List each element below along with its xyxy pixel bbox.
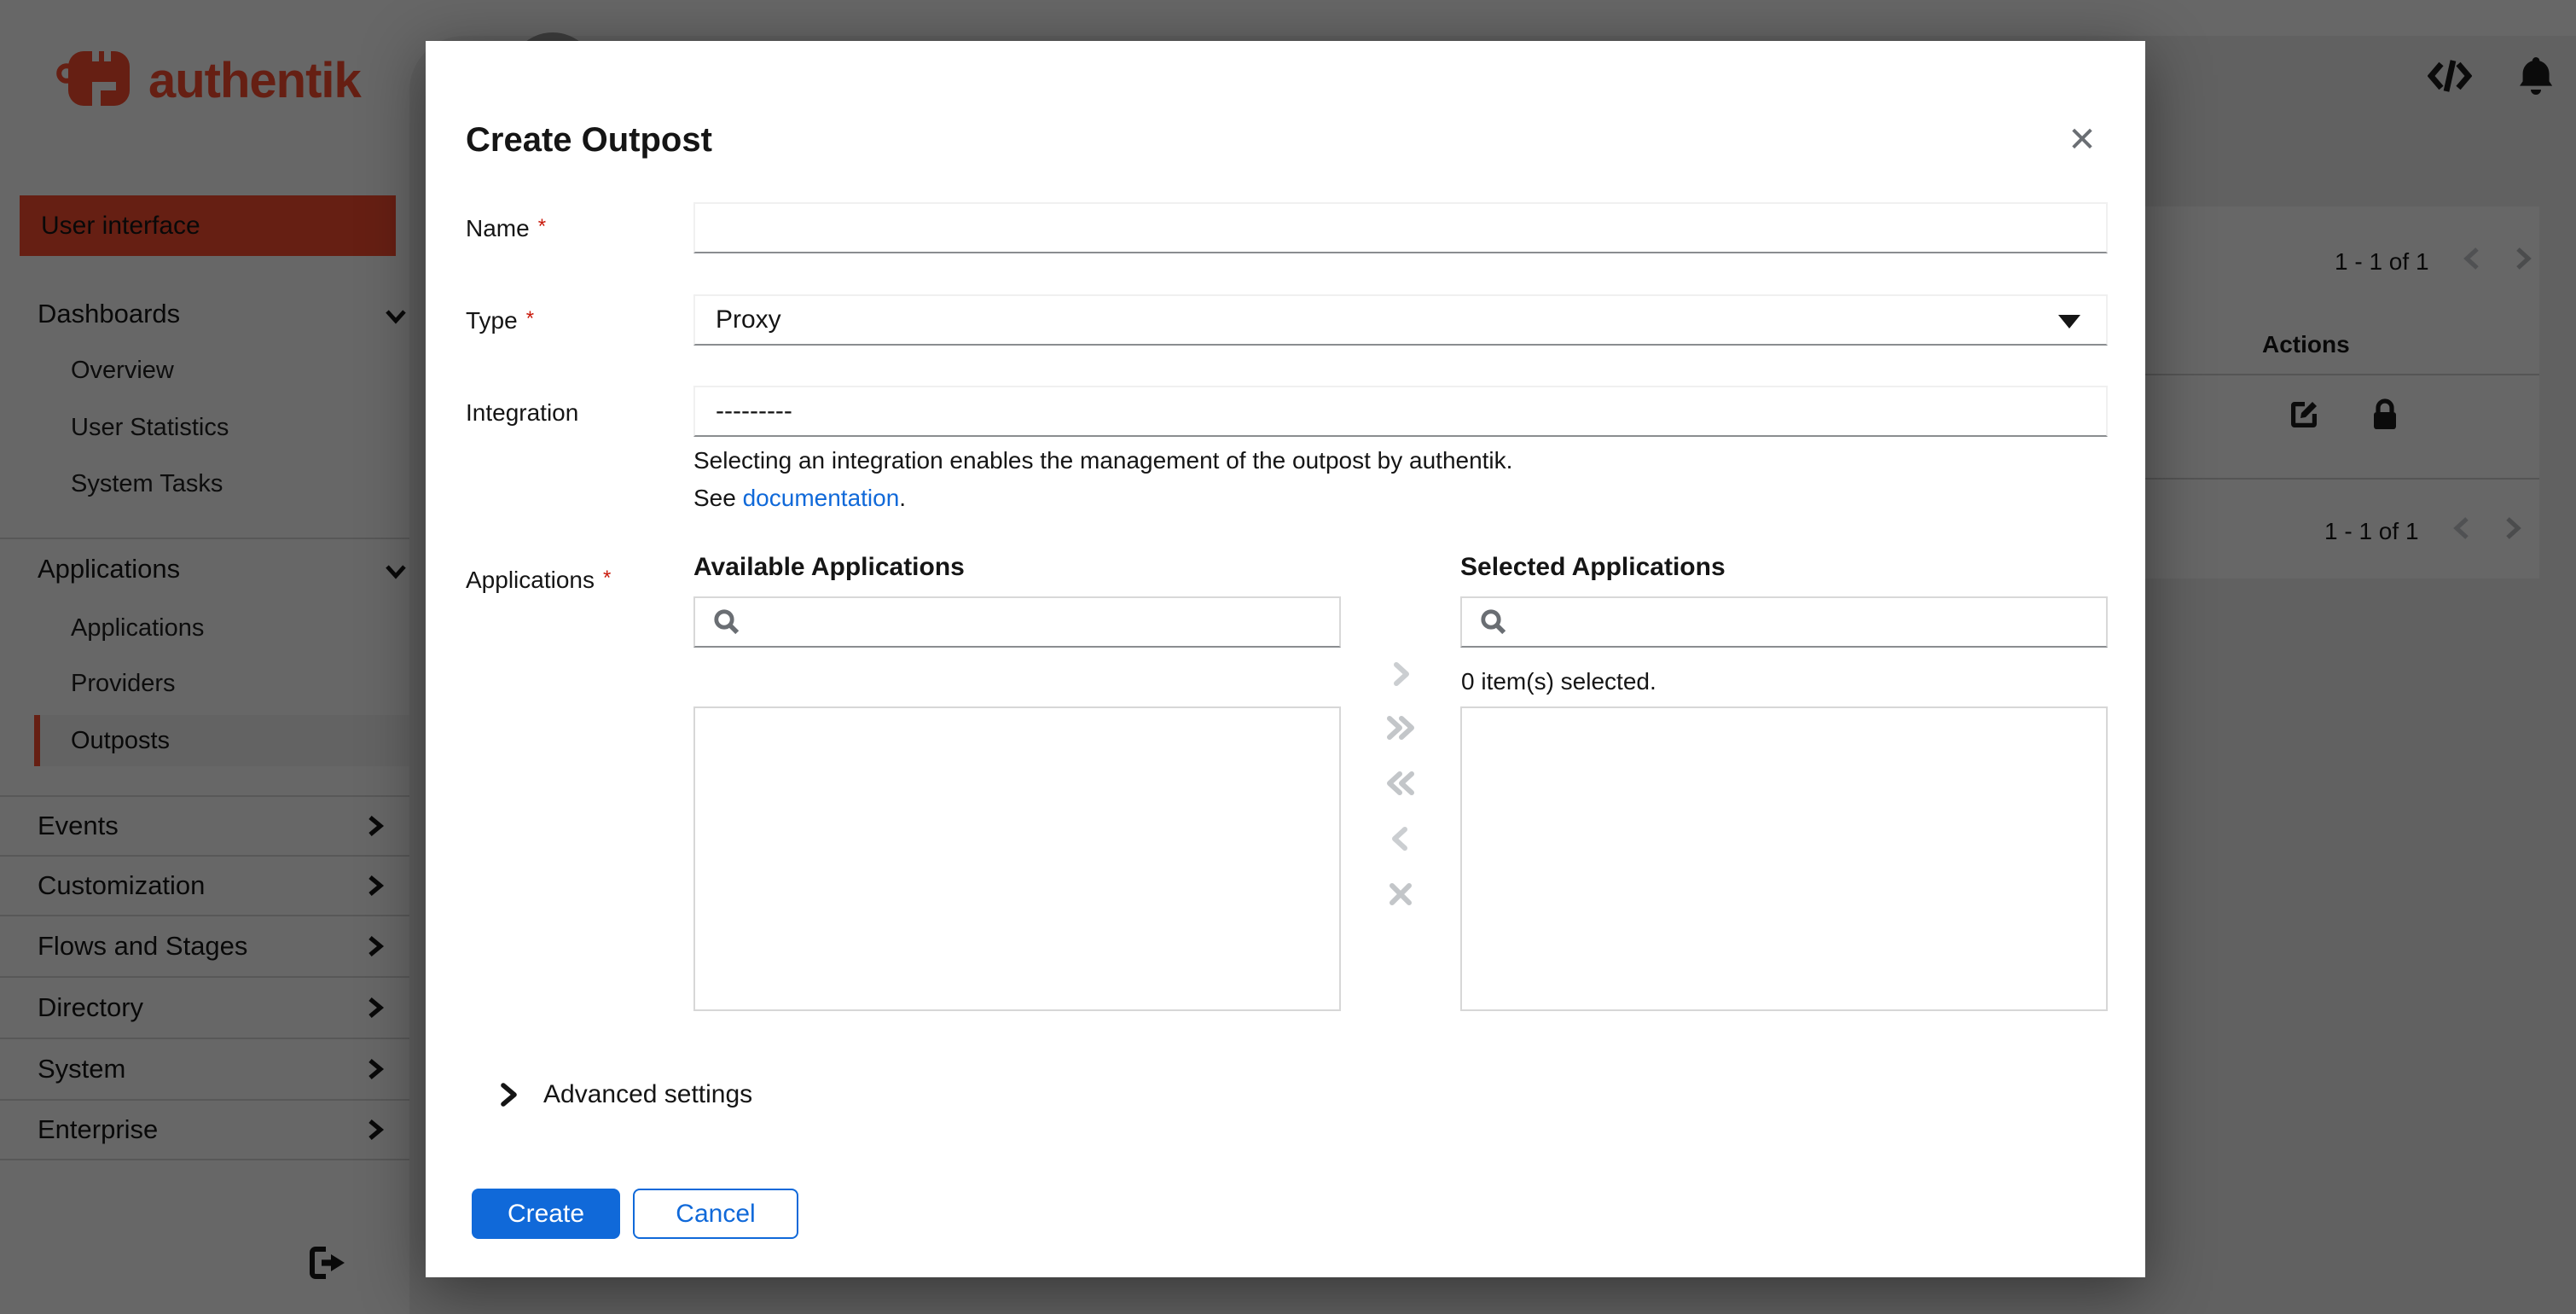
integration-label: Integration bbox=[466, 399, 578, 427]
selected-applications-list[interactable] bbox=[1460, 706, 2108, 1011]
integration-help-see: See documentation. bbox=[693, 485, 906, 512]
help-see-text: See bbox=[693, 485, 736, 511]
modal-title: Create Outpost bbox=[466, 121, 712, 159]
integration-select-value: --------- bbox=[716, 397, 792, 425]
name-label: Name * bbox=[466, 215, 546, 242]
move-selected-right-icon[interactable] bbox=[1371, 660, 1430, 694]
applications-label-text: Applications bbox=[466, 567, 595, 593]
integration-label-text: Integration bbox=[466, 399, 579, 426]
advanced-settings-toggle[interactable]: Advanced settings bbox=[497, 1080, 752, 1109]
integration-select[interactable]: --------- bbox=[693, 386, 2108, 437]
help-period: . bbox=[899, 485, 907, 511]
type-label: Type * bbox=[466, 307, 534, 334]
type-select-value: Proxy bbox=[716, 305, 781, 334]
selected-search-input[interactable] bbox=[1460, 596, 2108, 648]
documentation-link[interactable]: documentation bbox=[743, 485, 900, 511]
type-select[interactable]: Proxy bbox=[693, 294, 2108, 346]
chevron-right-icon bbox=[501, 1083, 517, 1107]
integration-help-text: Selecting an integration enables the man… bbox=[693, 447, 1513, 474]
required-asterisk: * bbox=[537, 215, 547, 238]
search-icon bbox=[714, 609, 740, 635]
advanced-settings-label: Advanced settings bbox=[543, 1080, 753, 1108]
clear-selection-icon[interactable] bbox=[1371, 881, 1430, 913]
move-all-right-icon[interactable] bbox=[1371, 713, 1430, 747]
type-label-text: Type bbox=[466, 307, 518, 334]
selected-applications-title: Selected Applications bbox=[1460, 553, 1726, 581]
required-asterisk: * bbox=[525, 307, 535, 330]
app-root: 1 - 1 of 1 Actions 1 - 1 of 1 bbox=[0, 0, 2576, 1314]
create-outpost-modal: Create Outpost ✕ Name * Type * Proxy Integ… bbox=[426, 41, 2145, 1277]
selected-count-text: 0 item(s) selected. bbox=[1461, 668, 1656, 695]
name-input[interactable] bbox=[693, 202, 2108, 253]
cancel-button[interactable]: Cancel bbox=[633, 1189, 798, 1239]
create-button[interactable]: Create bbox=[472, 1189, 620, 1239]
available-applications-title: Available Applications bbox=[693, 553, 965, 581]
name-label-text: Name bbox=[466, 215, 530, 241]
required-asterisk: * bbox=[602, 567, 612, 590]
available-applications-list[interactable] bbox=[693, 706, 1341, 1011]
applications-label: Applications * bbox=[466, 567, 611, 594]
move-selected-left-icon[interactable] bbox=[1371, 824, 1430, 858]
move-all-left-icon[interactable] bbox=[1371, 769, 1430, 803]
chevron-down-icon bbox=[2058, 315, 2080, 328]
search-icon bbox=[1481, 609, 1506, 635]
available-search-input[interactable] bbox=[693, 596, 1341, 648]
close-icon[interactable]: ✕ bbox=[2062, 119, 2103, 160]
